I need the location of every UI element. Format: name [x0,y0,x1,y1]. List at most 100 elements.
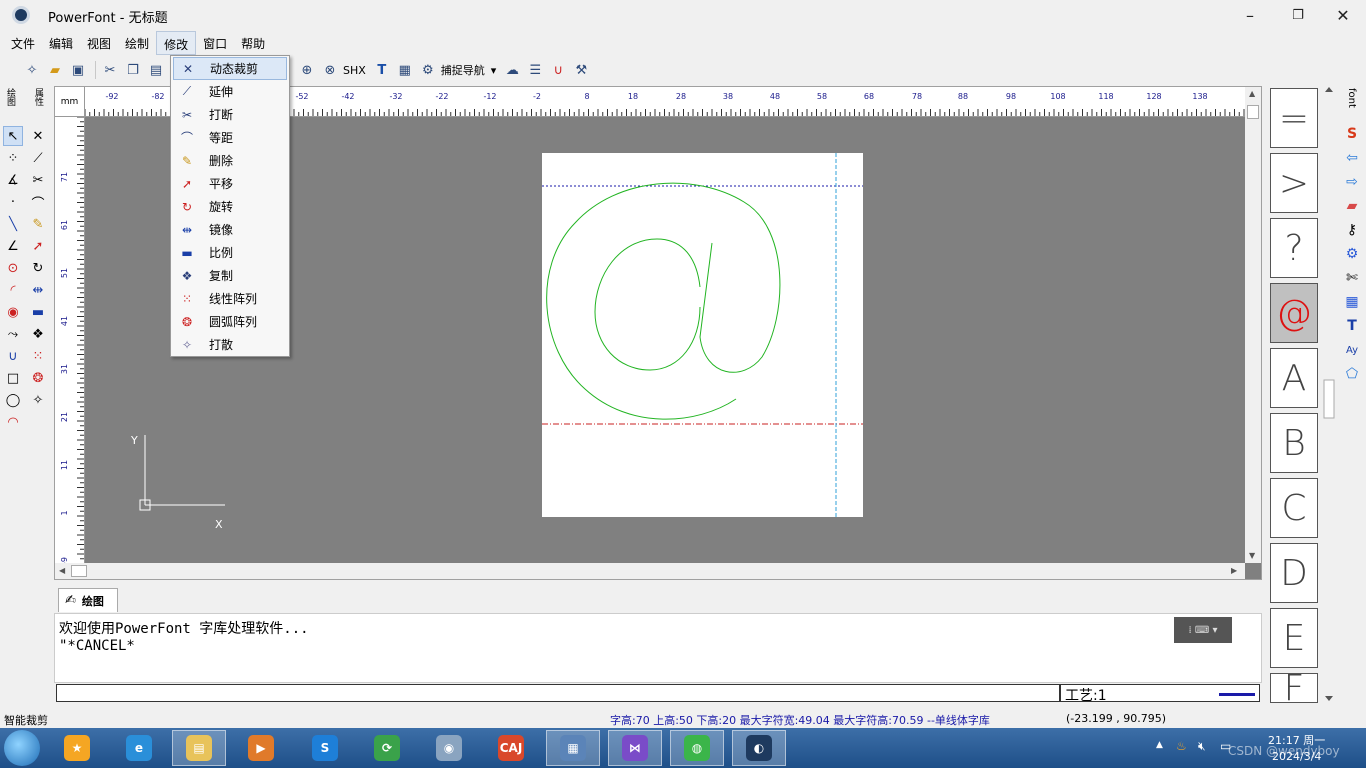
rotate-icon[interactable]: ↻ [28,258,48,278]
glyph-cell[interactable]: @ [1270,283,1318,343]
craft-field[interactable]: 工艺:1 [1060,684,1260,704]
glyph-cell[interactable]: E [1270,608,1318,668]
command-tab[interactable]: ✍ 绘图 [58,588,118,612]
modify-menu-item-7[interactable]: ⇹ 镜像 [173,218,287,241]
taskbar-caj-app[interactable]: CAJ [484,730,538,766]
clock-date[interactable]: 2024/3/4 [1272,750,1321,763]
volume-muted-icon[interactable]: 🔇︎ [1198,739,1206,754]
modify-menu-item-1[interactable]: ⟋ 延伸 [173,80,287,103]
angle-icon[interactable]: ∡ [3,170,23,190]
zoom-all-icon[interactable]: ⊗ [320,60,340,80]
open-file-icon[interactable]: ▰ [45,60,65,80]
linear-array-icon[interactable]: ⁙ [28,346,48,366]
shx-button[interactable]: SHX [343,64,366,77]
tab-font[interactable]: font [1346,88,1357,108]
taskbar-sogou-app[interactable]: S [298,730,352,766]
rectangle-icon[interactable]: □ [3,368,23,388]
dot-icon[interactable]: · [3,192,23,212]
minimize-button[interactable]: – [1235,4,1265,26]
scale-icon[interactable]: ▬ [28,302,48,322]
tab-properties[interactable]: 属性 [32,88,45,106]
modify-menu-item-5[interactable]: ➚ 平移 [173,172,287,195]
text-style-icon[interactable]: T [372,60,392,80]
tab-draw[interactable]: 绘图 [4,88,17,106]
glyph-cell[interactable]: A [1270,348,1318,408]
tray-expand-icon[interactable]: ▲ [1156,740,1163,750]
key-icon[interactable]: ⚷ [1342,220,1362,240]
circle-icon[interactable]: ⊙ [3,258,23,278]
taskbar-powerfont-app[interactable]: ◐ [732,730,786,766]
taskbar-browser-app[interactable]: ⟳ [360,730,414,766]
settings-gear-icon[interactable]: ⚙ [1342,244,1362,264]
glyph-cell[interactable]: = [1270,88,1318,148]
modify-menu-item-9[interactable]: ❖ 复制 [173,264,287,287]
scroll-left-icon[interactable]: ◀ [59,566,65,575]
menu-item-4[interactable]: 修改 [156,31,197,55]
arc-array-icon[interactable]: ❂ [28,368,48,388]
extend-icon[interactable]: ⟋ [28,148,48,168]
modify-menu-item-6[interactable]: ↻ 旋转 [173,195,287,218]
glyph-cell[interactable]: ? [1270,218,1318,278]
s-logo-icon[interactable]: S [1342,124,1362,144]
keyboard-icon[interactable]: ⁞ ⌨ ▾ [1174,617,1232,643]
menu-item-6[interactable]: 帮助 [234,31,272,55]
scroll-down-icon[interactable]: ▼ [1249,551,1255,560]
glyph-cell[interactable]: > [1270,153,1318,213]
modify-menu-item-10[interactable]: ⁙ 线性阵列 [173,287,287,310]
menu-item-5[interactable]: 窗口 [196,31,234,55]
scroll-right-icon[interactable]: ▶ [1231,566,1237,575]
snap-gear-icon[interactable]: ⚙ [418,60,438,80]
break-icon[interactable]: ✂ [28,170,48,190]
glyph-scroll-thumb[interactable] [1323,379,1335,419]
glyph-cell[interactable]: B [1270,413,1318,473]
modify-menu-item-12[interactable]: ✧ 打散 [173,333,287,356]
vertical-scrollbar[interactable]: ▲ ▼ [1245,87,1261,563]
taskbar-wechat-app[interactable]: ◍ [670,730,724,766]
tools-icon[interactable]: ⚒ [571,60,591,80]
trim-icon[interactable]: ✕ [28,126,48,146]
offset-icon[interactable]: ⌒ [28,192,48,212]
taskbar-ie-app[interactable]: e [112,730,166,766]
spline-icon[interactable]: ⤳ [3,324,23,344]
select-pointer-icon[interactable]: ↖ [3,126,23,146]
table-icon[interactable]: ▦ [1342,292,1362,312]
start-button[interactable] [4,730,40,766]
erase-icon[interactable]: ✎ [28,214,48,234]
modify-menu-item-0[interactable]: ✕ 动态裁剪 [173,57,287,80]
modify-menu-item-2[interactable]: ✂ 打断 [173,103,287,126]
command-input[interactable] [56,684,1060,702]
menu-item-0[interactable]: 文件 [4,31,42,55]
explode-icon[interactable]: ✧ [28,390,48,410]
arrow-left-icon[interactable]: ⇦ [1342,148,1362,168]
tray-app-icon[interactable]: ♨ [1176,739,1187,753]
arc3-icon[interactable]: ◠ [3,412,23,432]
menu-item-2[interactable]: 视图 [80,31,118,55]
horizontal-scroll-thumb[interactable] [71,565,87,577]
mirror-icon[interactable]: ⇹ [28,280,48,300]
save-icon[interactable]: ▣ [68,60,88,80]
list-icon[interactable]: ☰ [525,60,545,80]
ellipse-icon[interactable]: ◯ [3,390,23,410]
scroll-up-icon[interactable]: ▲ [1249,89,1255,98]
vertical-scroll-thumb[interactable] [1247,105,1259,119]
grid-icon[interactable]: ▦ [395,60,415,80]
taskbar-star-app[interactable]: ★ [50,730,104,766]
pentagon-icon[interactable]: ⬠ [1342,364,1362,384]
clock-time[interactable]: 21:17 周一 [1268,732,1325,748]
eraser-icon[interactable]: ▰ [1342,196,1362,216]
modify-menu-item-3[interactable]: ⌒ 等距 [173,126,287,149]
scissors-icon[interactable]: ✄ [1342,268,1362,288]
magnet-icon[interactable]: ∪ [548,60,568,80]
cut-icon[interactable]: ✂ [100,60,120,80]
point-icon[interactable]: ⁘ [3,148,23,168]
copy-tool-icon[interactable]: ❖ [28,324,48,344]
close-button[interactable]: ✕ [1328,4,1358,26]
polyline-icon[interactable]: ∠ [3,236,23,256]
taskbar-media-app[interactable]: ▶ [234,730,288,766]
taskbar-desktop-app[interactable]: ▦ [546,730,600,766]
arrow-right-icon[interactable]: ⇨ [1342,172,1362,192]
taskbar-explorer-app[interactable]: ▤ [172,730,226,766]
zoom-window-icon[interactable]: ⊕ [297,60,317,80]
menu-item-1[interactable]: 编辑 [42,31,80,55]
snap-nav-dropdown[interactable]: 捕捉导航 [441,62,485,78]
